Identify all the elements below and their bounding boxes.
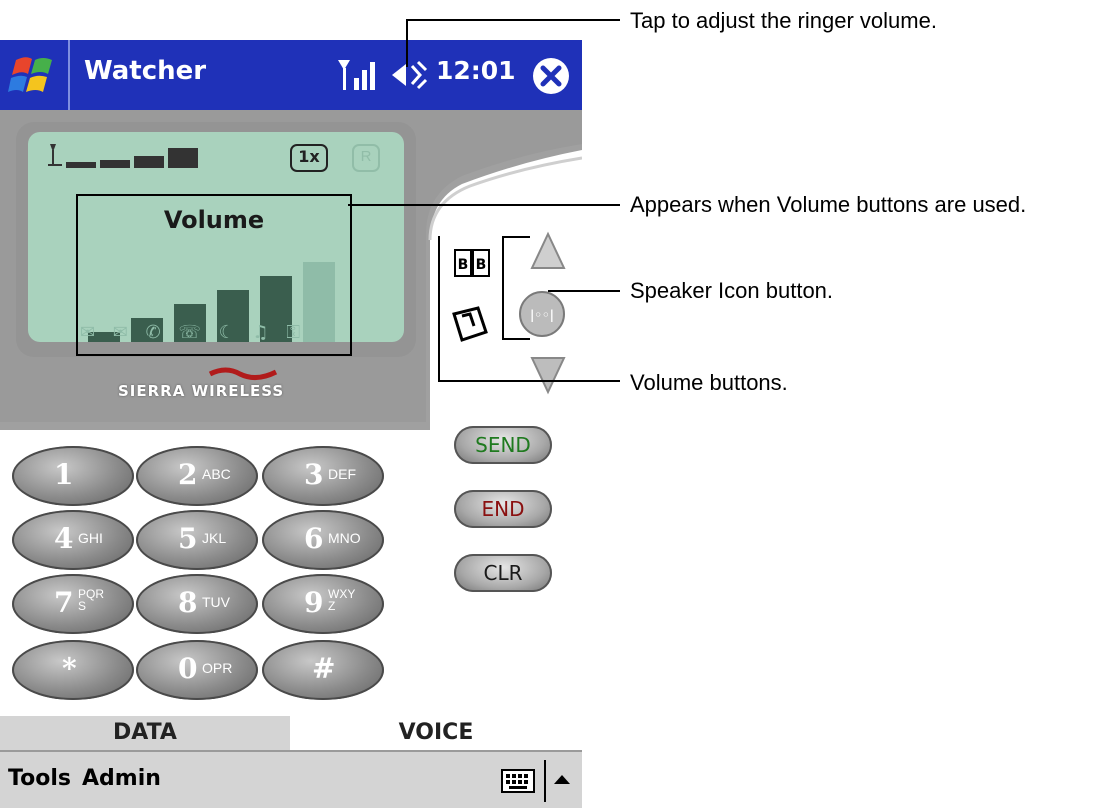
key-number: 8 bbox=[178, 586, 198, 619]
callout-speaker: Speaker Icon button. bbox=[630, 278, 834, 303]
tab-voice[interactable]: VOICE bbox=[290, 716, 582, 750]
key-2[interactable]: 2 ABC bbox=[136, 446, 258, 506]
leader-speaker bbox=[548, 290, 620, 292]
key-letters: ABC bbox=[202, 466, 231, 482]
volume-down-button[interactable] bbox=[530, 357, 566, 395]
end-label: END bbox=[481, 497, 525, 521]
key-number: 7 bbox=[54, 586, 74, 619]
clock[interactable]: 12:01 bbox=[436, 56, 516, 85]
leader-ringer-h bbox=[406, 19, 620, 21]
sip-up-arrow-icon[interactable] bbox=[552, 772, 572, 786]
app-title: Watcher bbox=[84, 56, 207, 86]
key-number: 3 bbox=[304, 458, 324, 491]
title-bar: Watcher 12:01 bbox=[0, 40, 582, 110]
send-label: SEND bbox=[475, 433, 531, 457]
menubar-divider bbox=[544, 760, 546, 802]
end-button[interactable]: END bbox=[454, 490, 552, 528]
indicator-1x: 1x bbox=[290, 144, 328, 172]
key-letters: MNO bbox=[328, 530, 361, 546]
menu-admin[interactable]: Admin bbox=[82, 766, 161, 791]
key-8[interactable]: 8 TUV bbox=[136, 574, 258, 634]
key-number: 6 bbox=[304, 522, 324, 555]
key-letters: PQRS bbox=[78, 587, 105, 613]
key-3[interactable]: 3 DEF bbox=[262, 446, 384, 506]
brand-swoosh-icon bbox=[208, 367, 278, 380]
title-divider bbox=[68, 40, 70, 110]
key-number: 1 bbox=[54, 458, 74, 491]
key-number: 2 bbox=[178, 458, 198, 491]
bracket-bottom bbox=[502, 338, 530, 340]
brand-label: SIERRA WIRELESS bbox=[118, 382, 285, 400]
callout-ringer: Tap to adjust the ringer volume. bbox=[630, 8, 937, 33]
key-hash[interactable]: # bbox=[262, 640, 384, 700]
keyboard-icon[interactable] bbox=[500, 766, 540, 796]
speaker-volume-icon[interactable] bbox=[390, 58, 430, 92]
figure: Watcher 12:01 1x R Volume ✉ ✉ ✆ ☏ ☾ ♫ ⚿ … bbox=[0, 0, 1108, 808]
callout-volume-buttons: Volume buttons. bbox=[630, 370, 788, 395]
key-5[interactable]: 5 JKL bbox=[136, 510, 258, 570]
leader-volume-v bbox=[438, 236, 440, 382]
lcd-signal-bars bbox=[48, 144, 198, 168]
notes-icon[interactable] bbox=[448, 304, 492, 344]
key-letters: WXYZ bbox=[328, 587, 356, 613]
key-star[interactable]: * bbox=[12, 640, 134, 700]
svg-text:B: B bbox=[458, 257, 469, 273]
key-9[interactable]: 9 WXYZ bbox=[262, 574, 384, 634]
leader-ringer-v bbox=[406, 19, 408, 67]
menu-bar: Tools Admin bbox=[0, 750, 582, 808]
key-7[interactable]: 7 PQRS bbox=[12, 574, 134, 634]
send-button[interactable]: SEND bbox=[454, 426, 552, 464]
svg-text:|◦◦|: |◦◦| bbox=[530, 308, 554, 322]
key-number: 4 bbox=[54, 522, 74, 555]
bracket-left bbox=[502, 236, 504, 340]
tab-voice-label: VOICE bbox=[398, 720, 474, 745]
clr-label: CLR bbox=[483, 561, 523, 585]
clr-button[interactable]: CLR bbox=[454, 554, 552, 592]
windows-flag-icon[interactable] bbox=[8, 50, 60, 100]
key-number: * bbox=[62, 652, 77, 685]
key-letters: OPR bbox=[202, 660, 233, 676]
key-0[interactable]: 0 OPR bbox=[136, 640, 258, 700]
key-4[interactable]: 4 GHI bbox=[12, 510, 134, 570]
volume-up-button[interactable] bbox=[530, 231, 566, 269]
key-number: # bbox=[312, 652, 336, 685]
callout-appears: Appears when Volume buttons are used. bbox=[630, 192, 1027, 217]
leader-volume-h bbox=[438, 380, 620, 382]
lcd-status-icons: ✉ ✉ ✆ ☏ ☾ ♫ ⚿ ≡ bbox=[80, 322, 339, 343]
bracket-top bbox=[502, 236, 530, 238]
key-letters: JKL bbox=[202, 530, 227, 546]
key-6[interactable]: 6 MNO bbox=[262, 510, 384, 570]
key-number: 9 bbox=[304, 586, 324, 619]
key-letters: GHI bbox=[78, 530, 103, 546]
key-1[interactable]: 1 bbox=[12, 446, 134, 506]
indicator-r: R bbox=[352, 144, 380, 172]
leader-appears bbox=[348, 204, 620, 206]
key-letters: DEF bbox=[328, 466, 356, 482]
svg-text:B: B bbox=[476, 257, 487, 273]
tab-data[interactable]: DATA bbox=[0, 716, 290, 750]
phonebook-icon[interactable]: B B bbox=[452, 244, 492, 282]
pocketpc-window: Watcher 12:01 1x R Volume ✉ ✉ ✆ ☏ ☾ ♫ ⚿ … bbox=[0, 40, 582, 808]
key-number: 0 bbox=[178, 652, 198, 685]
key-letters: TUV bbox=[202, 594, 230, 610]
close-x-icon[interactable] bbox=[531, 56, 571, 96]
menu-tools[interactable]: Tools bbox=[8, 766, 71, 791]
signal-antenna-icon bbox=[338, 60, 375, 90]
key-number: 5 bbox=[178, 522, 198, 555]
tab-data-label: DATA bbox=[113, 720, 177, 745]
